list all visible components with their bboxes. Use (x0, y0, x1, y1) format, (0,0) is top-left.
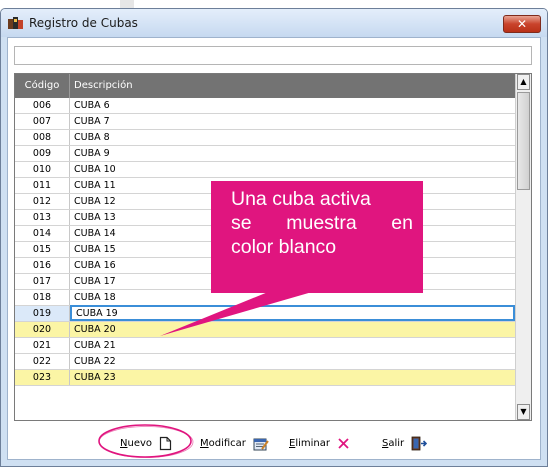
cell-descripcion[interactable]: CUBA 22 (70, 354, 515, 369)
callout-line-2: se muestra en (231, 212, 413, 234)
salir-button[interactable]: Salir (382, 432, 428, 456)
cell-descripcion[interactable]: CUBA 21 (70, 338, 515, 353)
cell-codigo[interactable]: 023 (15, 370, 70, 385)
modificar-label: odificar (208, 438, 246, 449)
cell-codigo[interactable]: 007 (15, 114, 70, 129)
cell-codigo[interactable]: 011 (15, 178, 70, 193)
cell-codigo[interactable]: 006 (15, 98, 70, 113)
nuevo-button[interactable]: Nuevo (120, 432, 172, 456)
cell-codigo[interactable]: 020 (15, 322, 70, 337)
column-header-codigo[interactable]: Código (15, 74, 70, 98)
delete-x-icon (338, 437, 349, 449)
callout-line-1: Una cuba activa (231, 188, 371, 210)
new-document-icon (160, 436, 172, 450)
filter-input[interactable] (14, 46, 532, 65)
table-row[interactable]: 010 CUBA 10 (15, 162, 515, 178)
close-button[interactable]: ✕ (503, 15, 541, 33)
cell-codigo[interactable]: 018 (15, 290, 70, 305)
cell-descripcion[interactable]: CUBA 23 (70, 370, 515, 385)
cell-codigo[interactable]: 019 (15, 306, 70, 321)
table-row[interactable]: 023 CUBA 23 (15, 370, 515, 386)
action-toolbar: Nuevo Modificar Eliminar Salir (0, 432, 550, 462)
cell-codigo[interactable]: 016 (15, 258, 70, 273)
column-header-descripcion[interactable]: Descripción (70, 74, 515, 98)
cell-codigo[interactable]: 013 (15, 210, 70, 225)
table-row[interactable]: 019 CUBA 19 (15, 305, 515, 322)
window-title: Registro de Cubas (29, 16, 138, 30)
nuevo-label: uevo (127, 438, 153, 449)
callout-line-3: color blanco (231, 236, 337, 258)
table-row[interactable]: 008 CUBA 8 (15, 130, 515, 146)
modificar-button[interactable]: Modificar (200, 432, 269, 456)
cell-codigo[interactable]: 009 (15, 146, 70, 161)
cell-codigo[interactable]: 015 (15, 242, 70, 257)
cell-codigo[interactable]: 008 (15, 130, 70, 145)
vertical-scrollbar[interactable]: ▲ ▼ (515, 74, 531, 420)
cell-descripcion[interactable]: CUBA 8 (70, 130, 515, 145)
scroll-up-icon[interactable]: ▲ (517, 74, 530, 90)
table-row[interactable]: 020 CUBA 20 (15, 322, 515, 338)
table-row[interactable]: 006 CUBA 6 (15, 98, 515, 114)
scroll-down-icon[interactable]: ▼ (517, 404, 530, 420)
table-row[interactable]: 007 CUBA 7 (15, 114, 515, 130)
cell-codigo[interactable]: 014 (15, 226, 70, 241)
cell-codigo[interactable]: 022 (15, 354, 70, 369)
cell-descripcion[interactable]: CUBA 20 (70, 322, 515, 337)
exit-door-icon (411, 436, 428, 450)
edit-calendar-icon (253, 438, 269, 450)
cell-codigo[interactable]: 010 (15, 162, 70, 177)
cell-codigo[interactable]: 017 (15, 274, 70, 289)
background-strip (120, 0, 134, 8)
callout-annotation: Una cuba activa se muestra en color blan… (211, 181, 423, 293)
grid-header: Código Descripción (15, 74, 515, 98)
eliminar-button[interactable]: Eliminar (289, 432, 350, 456)
cell-descripcion[interactable]: CUBA 19 (70, 305, 515, 321)
cuba-app-icon (8, 17, 23, 29)
cell-codigo[interactable]: 021 (15, 338, 70, 353)
eliminar-label: liminar (295, 438, 330, 449)
cell-codigo[interactable]: 012 (15, 194, 70, 209)
cell-descripcion[interactable]: CUBA 6 (70, 98, 515, 113)
cell-descripcion[interactable]: CUBA 9 (70, 146, 515, 161)
cell-descripcion[interactable]: CUBA 10 (70, 162, 515, 177)
table-row[interactable]: 022 CUBA 22 (15, 354, 515, 370)
salir-label: alir (388, 438, 405, 449)
title-bar[interactable]: Registro de Cubas ✕ (1, 9, 547, 37)
table-row[interactable]: 021 CUBA 21 (15, 338, 515, 354)
modificar-accel: M (200, 438, 209, 449)
table-row[interactable]: 009 CUBA 9 (15, 146, 515, 162)
scroll-thumb[interactable] (517, 92, 530, 190)
cell-descripcion[interactable]: CUBA 7 (70, 114, 515, 129)
